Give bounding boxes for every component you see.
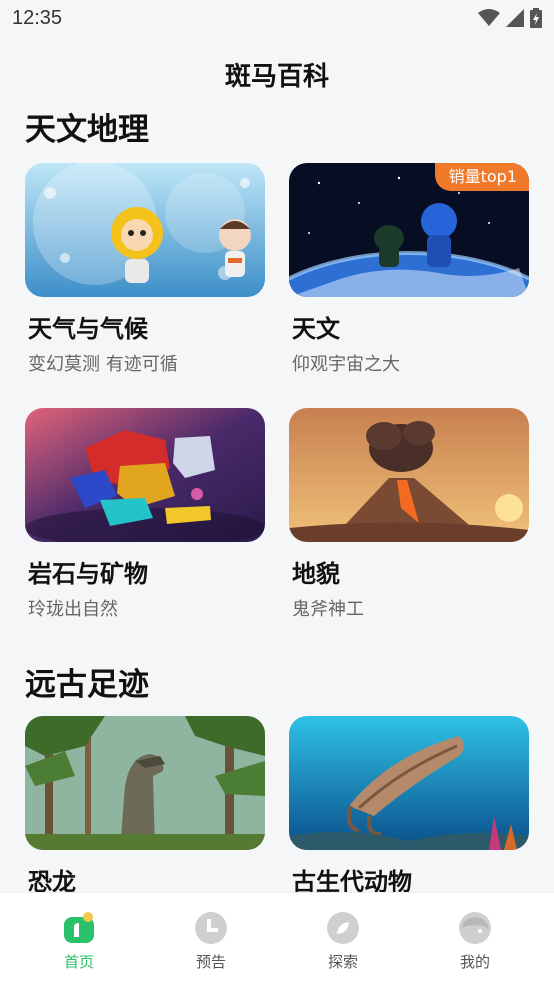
card-image: 销量top1: [289, 163, 529, 297]
card-image: [289, 408, 529, 542]
profile-icon: [459, 912, 491, 944]
tab-label: 首页: [63, 953, 94, 971]
card-astronomy[interactable]: 销量top1 天文 仰观宇宙之大: [289, 163, 529, 376]
card-paleozoic-animals[interactable]: 古生代动物: [289, 716, 529, 892]
status-time: 12:35: [12, 7, 63, 29]
content-scroll-area[interactable]: 天文地理 天气与气候 变幻莫测 有迹可循 销量top1 天文 仰观宇宙之大 岩石…: [0, 92, 554, 892]
page-title: 斑马百科: [224, 62, 329, 92]
card-title: 岩石与矿物: [28, 560, 148, 588]
card-title: 天气与气候: [28, 315, 148, 343]
card-title: 天文: [292, 315, 340, 343]
card-rocks-minerals[interactable]: 岩石与矿物 玲珑出自然: [25, 408, 265, 621]
tab-label: 探索: [327, 953, 358, 971]
clock-icon: [195, 912, 227, 944]
status-bar: 12:35: [0, 0, 554, 38]
signal-icon: [506, 9, 524, 27]
battery-icon: [530, 8, 542, 28]
card-image: [25, 163, 265, 297]
card-landforms[interactable]: 地貌 鬼斧神工: [289, 408, 529, 621]
section-title-ancient-footprints: 远古足迹: [25, 667, 149, 703]
card-title: 古生代动物: [292, 868, 412, 892]
tab-preview[interactable]: 预告: [166, 893, 256, 984]
card-title: 恐龙: [28, 868, 76, 892]
card-dinosaurs[interactable]: 恐龙: [25, 716, 265, 892]
card-image: [25, 716, 265, 850]
card-subtitle: 鬼斧神工: [292, 599, 364, 620]
card-subtitle: 玲珑出自然: [28, 599, 118, 620]
badge-top-seller: 销量top1: [434, 163, 529, 191]
card-subtitle: 仰观宇宙之大: [292, 354, 400, 375]
tab-label: 预告: [195, 953, 226, 971]
card-subtitle: 变幻莫测 有迹可循: [28, 354, 178, 375]
status-icons: [478, 7, 542, 29]
compass-icon: [327, 912, 359, 944]
bottom-tab-bar: 首页 预告 探索 我的: [0, 892, 554, 984]
tab-explore[interactable]: 探索: [298, 893, 388, 984]
card-title: 地貌: [292, 560, 340, 588]
section-title-astronomy-geography: 天文地理: [25, 112, 149, 148]
tab-label: 我的: [459, 953, 490, 971]
home-icon: [64, 912, 94, 943]
card-weather-climate[interactable]: 天气与气候 变幻莫测 有迹可循: [25, 163, 265, 376]
wifi-icon: [478, 9, 500, 26]
tab-home[interactable]: 首页: [34, 893, 124, 984]
card-image: [25, 408, 265, 542]
card-image: [289, 716, 529, 850]
tab-mine[interactable]: 我的: [430, 893, 520, 984]
